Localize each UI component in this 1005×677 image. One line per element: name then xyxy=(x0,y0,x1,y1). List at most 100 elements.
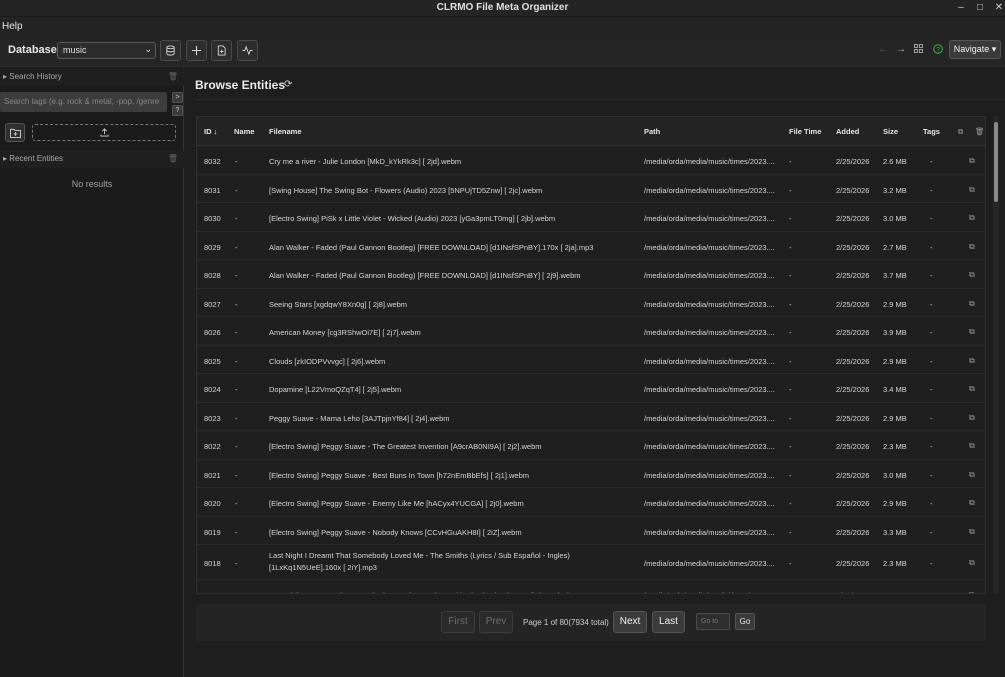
copy-icon[interactable]: ⧉ xyxy=(969,213,975,223)
cell-file-time: - xyxy=(789,413,792,423)
copy-icon[interactable]: ⧉ xyxy=(969,558,975,568)
table-row[interactable]: 8022 - [Electro Swing] Peggy Suave - The G… xyxy=(197,431,985,460)
refresh-icon[interactable]: ⟳ xyxy=(284,79,292,90)
maximize-button[interactable]: □ xyxy=(974,2,986,13)
cell-file-time: - xyxy=(789,499,792,508)
copy-icon[interactable]: ⧉ xyxy=(969,327,975,337)
column-id[interactable]: ID ↓ xyxy=(204,127,217,136)
pagination-bar: First Prev Page 1 of 80(7934 total) Next… xyxy=(196,604,986,641)
copy-all-icon[interactable]: ⧉ xyxy=(958,127,963,137)
copy-icon[interactable]: ⧉ xyxy=(969,413,975,423)
copy-icon[interactable]: ⧉ xyxy=(969,270,975,280)
database-select[interactable]: music ⌄ xyxy=(57,42,156,59)
table-row[interactable]: 8024 - Dopamine [L22VmoQZqT4] [ 2j5].webm /… xyxy=(197,374,985,403)
column-added[interactable]: Added xyxy=(836,127,859,136)
forward-arrow-icon[interactable]: → xyxy=(896,44,906,55)
grid-icon[interactable] xyxy=(914,44,923,56)
column-path[interactable]: Path xyxy=(644,127,660,136)
close-button[interactable]: ✕ xyxy=(993,2,1005,13)
table-row[interactable]: 8026 - American Money [cg3RShwOi7E] [ 2j7]… xyxy=(197,317,985,346)
cell-name: - xyxy=(235,442,238,451)
cell-tags: - xyxy=(930,470,933,480)
cell-size: 3.4 MB xyxy=(883,385,907,394)
cell-filename: Peggy Suave - Mama Leho [3AJTpjnYf84] [ … xyxy=(269,413,450,423)
entities-table: ID ↓ Name Filename Path File Time Added … xyxy=(196,116,986,594)
cell-name: - xyxy=(235,185,238,195)
recent-entities-header[interactable]: ▸ Recent Entities 🗑 xyxy=(0,151,184,168)
copy-icon[interactable]: ⧉ xyxy=(969,156,975,166)
scrollbar-thumb[interactable] xyxy=(994,122,998,202)
cell-path: /media/orda/media/music/times/2023.... xyxy=(644,214,775,223)
column-filename[interactable]: Filename xyxy=(269,127,302,136)
cell-name: - xyxy=(235,591,238,593)
next-page-button[interactable]: Next xyxy=(613,611,647,633)
prev-page-button[interactable]: Prev xyxy=(479,611,513,633)
table-row[interactable]: 8029 - Alan Walker - Faded (Paul Gannon Bo… xyxy=(197,232,985,260)
cell-path: /media/orda/media/music/times/2023.... xyxy=(644,499,775,508)
last-page-button[interactable]: Last xyxy=(652,611,685,633)
table-row[interactable]: 8018 - Last Night I Dreamt That Somebody L… xyxy=(197,545,985,580)
copy-icon[interactable]: ⧉ xyxy=(969,498,975,508)
copy-icon[interactable]: ⧉ xyxy=(969,527,975,537)
cell-added: 2/25/2026 xyxy=(836,271,870,280)
cell-size: 3.2 MB xyxy=(883,185,907,195)
first-page-button[interactable]: First xyxy=(441,611,475,633)
copy-icon[interactable]: ⧉ xyxy=(969,470,975,480)
add-button[interactable] xyxy=(186,40,207,61)
table-row[interactable]: 8020 - [Electro Swing] Peggy Suave - Enemy… xyxy=(197,488,985,517)
minimize-button[interactable]: – xyxy=(955,2,967,13)
cell-added: 2/25/2026 xyxy=(836,527,870,537)
search-input[interactable]: Search tags (e.g. rock & metal, -pop, /g… xyxy=(0,92,167,112)
table-row[interactable]: 8021 - [Electro Swing] Peggy Suave - Best … xyxy=(197,460,985,488)
copy-icon[interactable]: ⧉ xyxy=(969,299,975,309)
search-go-button[interactable]: > xyxy=(172,92,183,103)
table-row[interactable]: 8017 - Last Night I Dreamt That Somebody L… xyxy=(197,580,985,593)
help-icon[interactable]: ? xyxy=(933,44,943,57)
column-tags[interactable]: Tags xyxy=(923,127,940,136)
cell-name: - xyxy=(235,328,238,337)
cell-size: 2.9 MB xyxy=(883,413,907,423)
trash-icon[interactable]: 🗑 xyxy=(168,154,178,163)
copy-icon[interactable]: ⧉ xyxy=(969,590,975,593)
table-row[interactable]: 8019 - [Electro Swing] Peggy Suave - Nobod… xyxy=(197,517,985,545)
column-name[interactable]: Name xyxy=(234,127,254,136)
copy-icon[interactable]: ⧉ xyxy=(969,384,975,394)
menu-help[interactable]: Help xyxy=(2,21,23,32)
copy-icon[interactable]: ⧉ xyxy=(969,185,975,195)
trash-icon[interactable]: 🗑 xyxy=(975,127,985,136)
copy-icon[interactable]: ⧉ xyxy=(969,356,975,366)
cell-id: 8031 xyxy=(204,185,221,195)
search-help-button[interactable]: ? xyxy=(172,105,183,116)
add-file-button[interactable] xyxy=(211,40,232,61)
cell-added: 2/25/2026 xyxy=(836,328,870,337)
search-history-header[interactable]: ▸ Search History 🗑 xyxy=(0,69,184,86)
column-file-time[interactable]: File Time xyxy=(789,127,821,136)
upload-drop-zone[interactable] xyxy=(32,124,176,141)
activity-button[interactable] xyxy=(237,40,258,61)
table-row[interactable]: 8027 - Seeing Stars [xgdqwY8Xn0g] [ 2j8].w… xyxy=(197,289,985,317)
table-row[interactable]: 8031 - [Swing House] The Swing Bot - Flowe… xyxy=(197,175,985,203)
cell-path: /media/orda/media/music/times/2023.... xyxy=(644,385,775,394)
table-row[interactable]: 8023 - Peggy Suave - Mama Leho [3AJTpjnYf8… xyxy=(197,403,985,431)
trash-icon[interactable]: 🗑 xyxy=(168,72,178,81)
table-row[interactable]: 8028 - Alan Walker - Faded (Paul Gannon Bo… xyxy=(197,260,985,289)
cell-name: - xyxy=(235,271,238,280)
table-scrollbar[interactable] xyxy=(993,116,999,594)
column-size[interactable]: Size xyxy=(883,127,898,136)
copy-icon[interactable]: ⧉ xyxy=(969,242,975,252)
page-info: Page 1 of 80(7934 total) xyxy=(523,618,609,627)
import-folder-button[interactable] xyxy=(5,123,25,142)
table-row[interactable]: 8030 - [Electro Swing] PiSk x Little Viole… xyxy=(197,203,985,232)
database-button[interactable] xyxy=(160,40,181,61)
table-row[interactable]: 8032 - Cry me a river - Julie London [MkD_… xyxy=(197,146,985,175)
cell-added: 2/25/2026 xyxy=(836,413,870,423)
back-arrow-icon[interactable]: ← xyxy=(878,44,888,55)
no-results-text: No results xyxy=(71,179,113,189)
goto-page-input[interactable]: Go to xyxy=(696,613,730,630)
cell-name: - xyxy=(235,385,238,394)
navigate-button[interactable]: Navigate ▾ xyxy=(949,40,1001,59)
table-row[interactable]: 8025 - Clouds [zkIODPVvvgc] [ 2j6].webm/me… xyxy=(197,346,985,374)
copy-icon[interactable]: ⧉ xyxy=(969,441,975,451)
cell-path: /media/orda/media/music/times/2023.... xyxy=(644,559,775,568)
go-button[interactable]: Go xyxy=(735,613,755,630)
